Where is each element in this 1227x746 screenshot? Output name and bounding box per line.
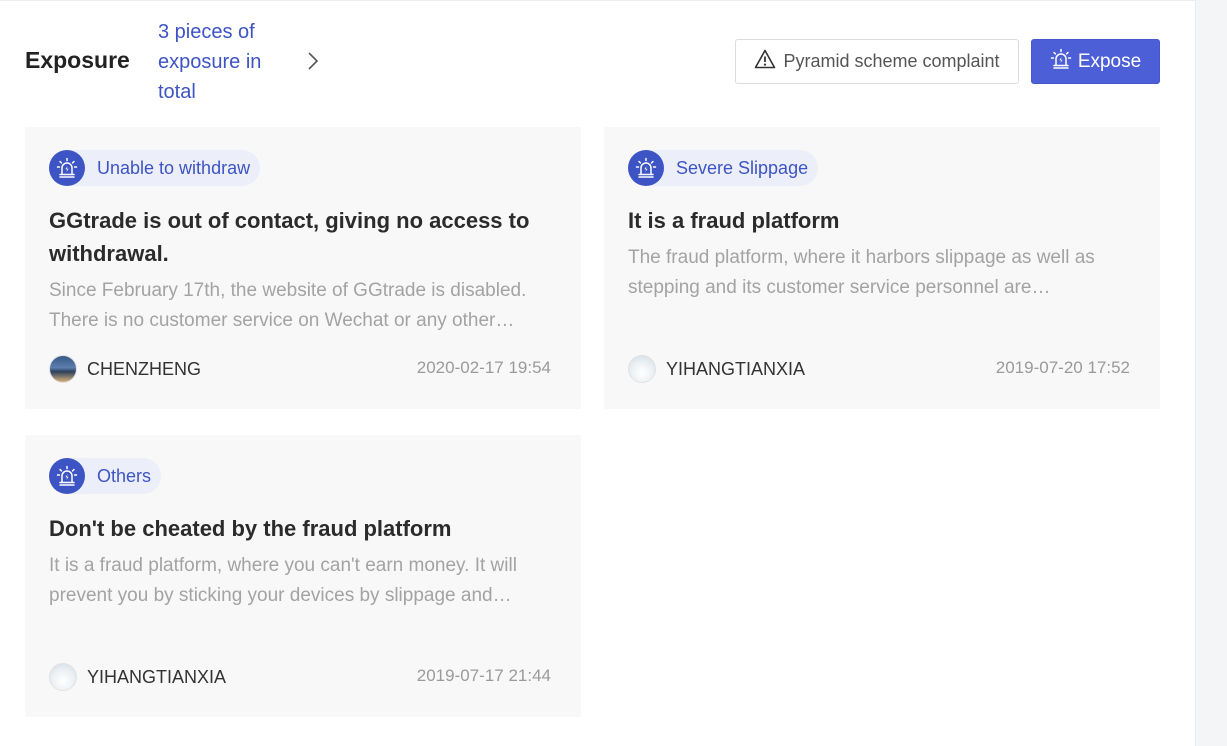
alarm-siren-icon (49, 150, 85, 186)
avatar (49, 663, 77, 691)
alarm-siren-icon (628, 150, 664, 186)
author-name: YIHANGTIANXIA (87, 666, 227, 687)
card-title[interactable]: It is a fraud platform (628, 204, 1138, 237)
avatar (628, 355, 656, 383)
post-date: 2020-02-17 19:54 (416, 358, 551, 377)
category-tag-label: Severe Slippage (676, 157, 809, 178)
pyramid-scheme-complaint-button[interactable]: Pyramid scheme complaint (735, 39, 1019, 84)
exposure-card[interactable]: Unable to withdraw GGtrade is out of con… (25, 127, 581, 409)
exposure-card[interactable]: Severe Slippage It is a fraud platform T… (604, 127, 1160, 409)
card-excerpt: It is a fraud platform, where you can't … (49, 555, 517, 606)
complaint-label: Pyramid scheme complaint (783, 51, 1000, 71)
category-tag: Others (49, 458, 162, 494)
author-info: YIHANGTIANXIA (628, 355, 805, 383)
warning-triangle-icon (754, 49, 776, 74)
post-date: 2019-07-20 17:52 (995, 358, 1130, 377)
chevron-right-icon[interactable] (303, 50, 323, 72)
author-info: CHENZHENG (49, 355, 201, 383)
card-title[interactable]: Don't be cheated by the fraud platform (49, 512, 559, 545)
expose-button[interactable]: Expose (1031, 39, 1160, 84)
author-info: YIHANGTIANXIA (49, 663, 226, 691)
section-title: Exposure (25, 47, 130, 73)
category-tag: Severe Slippage (628, 150, 819, 186)
card-excerpt: Since February 17th, the website of GGtr… (49, 280, 527, 331)
expose-label: Expose (1077, 50, 1142, 72)
category-tag-label: Unable to withdraw (97, 157, 251, 178)
post-date: 2019-07-17 21:44 (416, 666, 551, 685)
card-title[interactable]: GGtrade is out of contact, giving no acc… (49, 204, 559, 270)
avatar (49, 355, 77, 383)
alarm-siren-icon (49, 458, 85, 494)
alarm-siren-icon (1050, 48, 1072, 76)
card-excerpt: The fraud platform, where it harbors sli… (628, 247, 1095, 298)
exposure-card[interactable]: Others Don't be cheated by the fraud pla… (25, 435, 581, 717)
exposure-count-link[interactable]: 3 pieces of exposure in total (158, 17, 298, 107)
category-tag-label: Others (97, 465, 152, 486)
exposure-panel: Exposure 3 pieces of exposure in total P… (0, 0, 1196, 746)
author-name: YIHANGTIANXIA (666, 358, 806, 379)
author-name: CHENZHENG (87, 358, 202, 379)
category-tag: Unable to withdraw (49, 150, 261, 186)
